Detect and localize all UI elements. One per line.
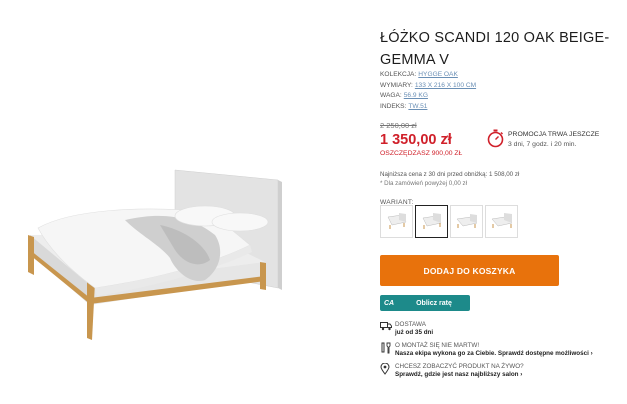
feature-showroom-link[interactable]: Sprawdź, gdzie jest nasz najbliższy salo…: [395, 371, 522, 378]
installment-label: Oblicz ratę: [416, 299, 452, 307]
spec-key: WYMIARY:: [380, 81, 413, 89]
spec-value-collection-link[interactable]: HYGGE OAK: [418, 70, 458, 81]
credit-agricole-logo-icon: CA: [383, 299, 395, 307]
spec-row-dimensions: WYMIARY: 133 X 216 X 100 CM: [380, 81, 476, 92]
tools-icon: [381, 342, 391, 354]
variant-selector: [380, 205, 518, 238]
old-price: 2 250,00 zł: [380, 121, 417, 130]
promo-countdown: 3 dni, 7 godz. i 20 min.: [508, 141, 577, 148]
variant-option-2-selected[interactable]: [415, 205, 448, 238]
feature-showroom-title: CHCESZ ZOBACZYĆ PRODUKT NA ŻYWO?: [395, 363, 524, 370]
variant-option-4[interactable]: [485, 205, 518, 238]
spec-value-weight[interactable]: 56.9 KG: [404, 91, 428, 102]
truck-icon: [380, 322, 392, 331]
product-image-area: [0, 0, 360, 404]
stopwatch-icon: [487, 129, 504, 148]
location-pin-icon: [380, 363, 390, 375]
product-specs: KOLEKCJA: HYGGE OAK WYMIARY: 133 X 216 X…: [380, 70, 476, 112]
bed-thumbnail-icon: [491, 212, 513, 228]
spec-value-dimensions[interactable]: 133 X 216 X 100 CM: [415, 81, 476, 92]
product-title: ŁÓŻKO SCANDI 120 OAK BEIGE-GEMMA V: [380, 30, 610, 68]
feature-assembly-title: O MONTAŻ SIĘ NIE MARTW!: [395, 342, 480, 349]
price-footnote: * Dla zamówień powyżej 0,00 zł: [380, 180, 468, 187]
bed-thumbnail-icon: [456, 213, 478, 228]
promotion-timer: PROMOCJA TRWA JESZCZE 3 dni, 7 godz. i 2…: [487, 129, 612, 153]
add-to-cart-button[interactable]: DODAJ DO KOSZYKA: [380, 255, 559, 286]
spec-key: KOLEKCJA:: [380, 71, 417, 78]
product-image-bed[interactable]: [10, 150, 310, 350]
promo-title: PROMOCJA TRWA JESZCZE: [508, 131, 600, 138]
spec-row-collection: KOLEKCJA: HYGGE OAK: [380, 70, 476, 81]
feature-delivery-text: już od 35 dni: [395, 329, 434, 336]
spec-key: WAGA:: [380, 92, 402, 99]
bed-thumbnail-icon: [422, 212, 441, 229]
variant-option-1[interactable]: [380, 205, 413, 238]
spec-key: INDEKS:: [380, 102, 407, 110]
feature-delivery-title: DOSTAWA: [395, 321, 426, 328]
current-price: 1 350,00 zł: [380, 132, 452, 148]
price-footnote-marker: *: [446, 134, 450, 143]
feature-assembly-link[interactable]: Nasza ekipa wykona go za Ciebie. Sprawdź…: [395, 350, 593, 357]
bed-thumbnail-icon: [387, 212, 406, 229]
spec-row-index: INDEKS: TW.51: [380, 102, 476, 113]
spec-row-weight: WAGA: 56.9 KG: [380, 91, 476, 102]
variant-option-3[interactable]: [450, 205, 483, 238]
savings-label: OSZCZĘDZASZ 900,00 ZŁ: [380, 150, 463, 157]
spec-value-index[interactable]: TW.51: [408, 102, 427, 113]
calculate-installment-button[interactable]: CA Oblicz ratę: [380, 295, 470, 311]
lowest-price-30-days: Najniższa cena z 30 dni przed obniżką: 1…: [380, 171, 520, 178]
